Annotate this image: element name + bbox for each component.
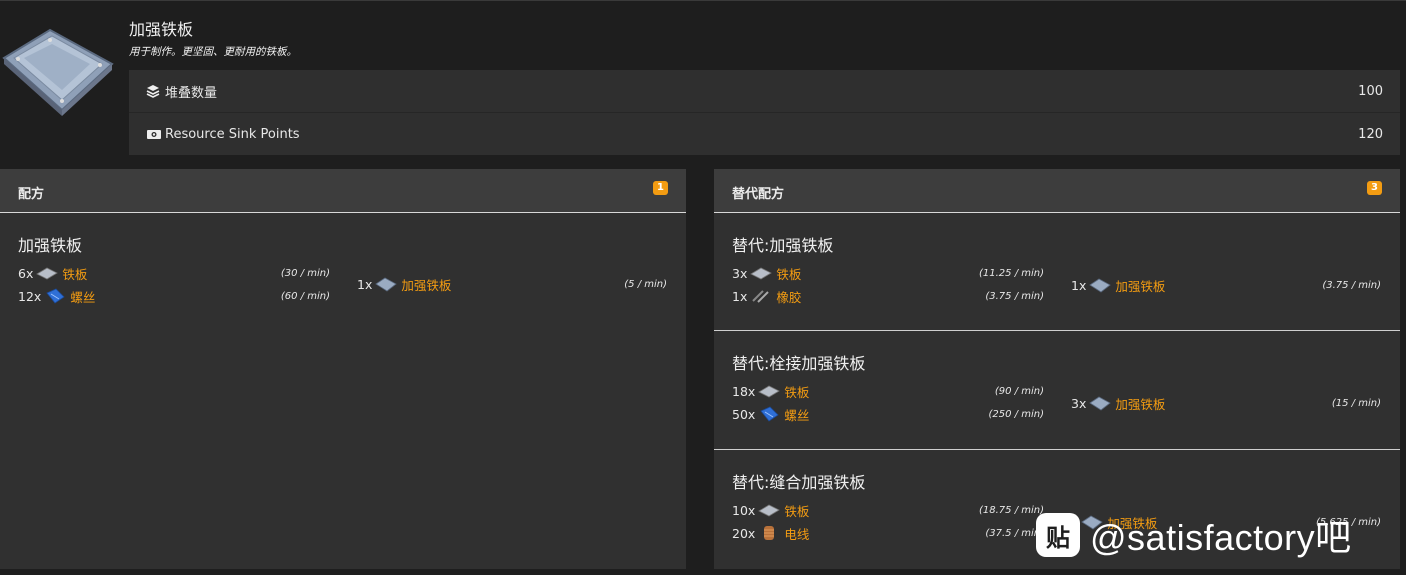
tieba-logo-icon: 贴 [1036,513,1080,557]
ingredient-link[interactable]: 铁板 [784,501,809,520]
ingredient-link[interactable]: 电线 [784,524,809,543]
recipe-name: 替代:加强铁板 [732,236,834,255]
ingredient-link[interactable]: 铁板 [784,382,809,401]
recipe-card: 替代:加强铁板 3x 铁板 (11.25 / min) 1x 橡胶 (3.75 … [714,213,1400,331]
product-link[interactable]: 加强铁板 [401,275,451,294]
iron-plate-icon [758,383,781,399]
ingredient-link[interactable]: 橡胶 [776,287,801,306]
recipe-input: 50x 螺丝 (250 / min) [732,405,1044,424]
reinforced-plate-icon [1089,277,1112,293]
ingredient-link[interactable]: 铁板 [62,264,87,283]
recipe-input: 12x 螺丝 (60 / min) [18,287,330,306]
product-link[interactable]: 加强铁板 [1115,276,1165,295]
recipes-panel: 配方 1 加强铁板 6x 铁板 (30 / min) 12x 螺丝 (60 / … [0,169,686,569]
recipe-name: 替代:缝合加强铁板 [732,473,866,492]
stat-label: 堆叠数量 [165,85,218,101]
reinforced-plate-icon [0,18,118,118]
recipe-name: 替代:栓接加强铁板 [732,354,866,373]
recipe-card: 替代:栓接加强铁板 18x 铁板 (90 / min) 50x 螺丝 (250 … [714,331,1400,450]
stack-icon [146,84,160,98]
product-link[interactable]: 加强铁板 [1115,394,1165,413]
recipe-output: 1x 加强铁板 (3.75 / min) [1071,276,1381,295]
recipe-name: 加强铁板 [18,236,83,255]
item-title: 加强铁板 [129,20,194,39]
ingredient-link[interactable]: 螺丝 [784,405,809,424]
recipe-input: 20x 电线 (37.5 / min) [732,524,1044,543]
recipe-input: 18x 铁板 (90 / min) [732,382,1044,401]
panel-title: 替代配方 [732,187,785,202]
recipe-input: 6x 铁板 (30 / min) [18,264,330,283]
item-stats: 堆叠数量 100 Resource Sink Points 120 [129,70,1400,155]
ingredient-link[interactable]: 螺丝 [70,287,95,306]
reinforced-plate-icon [375,276,398,292]
iron-plate-icon [758,502,781,518]
panel-header: 替代配方 3 [714,169,1400,213]
ingredient-link[interactable]: 铁板 [776,264,801,283]
recipe-output: 1x 加强铁板 (5 / min) [357,275,667,294]
recipe-input: 3x 铁板 (11.25 / min) [732,264,1044,283]
screw-icon [44,288,66,304]
stat-value: 120 [1358,126,1383,142]
ticket-icon [146,127,161,141]
recipe-count-badge: 3 [1367,181,1382,195]
recipe-card: 加强铁板 6x 铁板 (30 / min) 12x 螺丝 (60 / min) … [0,213,686,331]
wire-icon [758,525,780,541]
iron-plate-icon [36,265,59,281]
screw-icon [758,406,780,422]
recipe-count-badge: 1 [653,181,668,195]
recipe-output: 3x 加强铁板 (15 / min) [1071,394,1381,413]
stat-label: Resource Sink Points [165,126,300,142]
iron-plate-icon [750,265,773,281]
panel-title: 配方 [18,187,45,202]
watermark-text: @satisfactory吧 [1090,517,1352,558]
watermark: 贴 @satisfactory吧 [1036,512,1352,558]
stat-sink-points: Resource Sink Points 120 [129,112,1400,155]
stat-value: 100 [1358,83,1383,99]
top-divider [0,0,1406,1]
item-description: 用于制作。更坚固、更耐用的铁板。 [129,46,297,58]
recipe-input: 1x 橡胶 (3.75 / min) [732,287,1044,306]
stat-stack-size: 堆叠数量 100 [129,70,1400,112]
reinforced-plate-icon [1089,395,1112,411]
rubber-icon [750,288,772,304]
panel-header: 配方 1 [0,169,686,213]
recipe-input: 10x 铁板 (18.75 / min) [732,501,1044,520]
